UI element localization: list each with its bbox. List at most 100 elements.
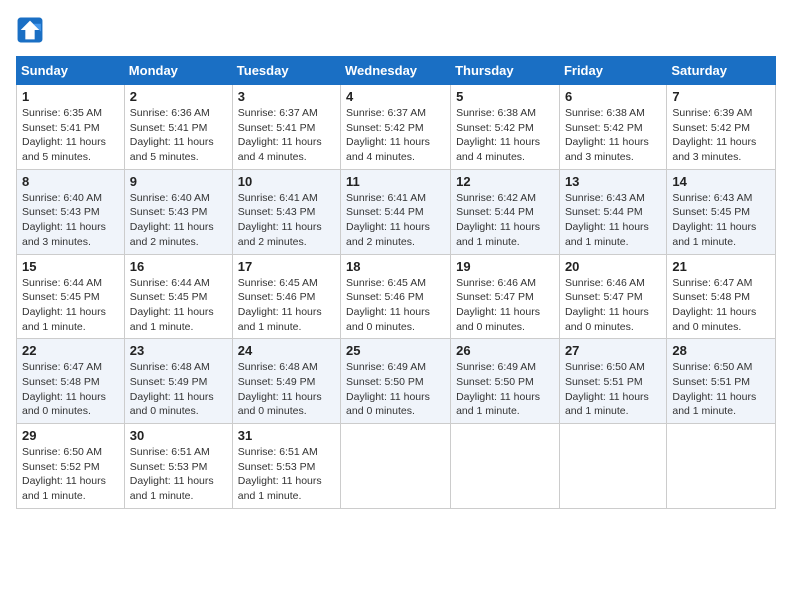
day-number: 15 [22,259,119,274]
calendar-cell: 1 Sunrise: 6:35 AMSunset: 5:41 PMDaylight… [17,85,125,170]
calendar-cell: 28 Sunrise: 6:50 AMSunset: 5:51 PMDayligh… [667,339,776,424]
calendar-week-row: 1 Sunrise: 6:35 AMSunset: 5:41 PMDaylight… [17,85,776,170]
calendar-cell: 13 Sunrise: 6:43 AMSunset: 5:44 PMDayligh… [559,169,666,254]
calendar-cell [451,424,560,509]
day-info: Sunrise: 6:36 AMSunset: 5:41 PMDaylight:… [130,106,227,165]
day-info: Sunrise: 6:46 AMSunset: 5:47 PMDaylight:… [565,276,661,335]
day-info: Sunrise: 6:46 AMSunset: 5:47 PMDaylight:… [456,276,554,335]
day-info: Sunrise: 6:41 AMSunset: 5:43 PMDaylight:… [238,191,335,250]
calendar-table: SundayMondayTuesdayWednesdayThursdayFrid… [16,56,776,509]
calendar-cell: 5 Sunrise: 6:38 AMSunset: 5:42 PMDaylight… [451,85,560,170]
calendar-cell: 17 Sunrise: 6:45 AMSunset: 5:46 PMDayligh… [232,254,340,339]
day-info: Sunrise: 6:50 AMSunset: 5:51 PMDaylight:… [672,360,770,419]
day-number: 5 [456,89,554,104]
day-info: Sunrise: 6:50 AMSunset: 5:52 PMDaylight:… [22,445,119,504]
calendar-cell: 3 Sunrise: 6:37 AMSunset: 5:41 PMDaylight… [232,85,340,170]
day-number: 11 [346,174,445,189]
calendar-cell: 19 Sunrise: 6:46 AMSunset: 5:47 PMDayligh… [451,254,560,339]
day-info: Sunrise: 6:38 AMSunset: 5:42 PMDaylight:… [456,106,554,165]
day-number: 1 [22,89,119,104]
calendar-cell: 10 Sunrise: 6:41 AMSunset: 5:43 PMDayligh… [232,169,340,254]
calendar-cell: 8 Sunrise: 6:40 AMSunset: 5:43 PMDaylight… [17,169,125,254]
day-number: 24 [238,343,335,358]
day-number: 10 [238,174,335,189]
day-number: 22 [22,343,119,358]
calendar-cell: 7Sunrise: 6:39 AMSunset: 5:42 PMDaylight… [667,85,776,170]
calendar-cell: 25 Sunrise: 6:49 AMSunset: 5:50 PMDayligh… [341,339,451,424]
calendar-cell: 23 Sunrise: 6:48 AMSunset: 5:49 PMDayligh… [124,339,232,424]
page-header [16,16,776,44]
calendar-cell: 6 Sunrise: 6:38 AMSunset: 5:42 PMDaylight… [559,85,666,170]
day-info: Sunrise: 6:37 AMSunset: 5:41 PMDaylight:… [238,106,335,165]
column-header-saturday: Saturday [667,57,776,85]
day-number: 17 [238,259,335,274]
day-info: Sunrise: 6:47 AMSunset: 5:48 PMDaylight:… [672,276,770,335]
day-info: Sunrise: 6:44 AMSunset: 5:45 PMDaylight:… [130,276,227,335]
day-info: Sunrise: 6:43 AMSunset: 5:45 PMDaylight:… [672,191,770,250]
column-header-monday: Monday [124,57,232,85]
day-info: Sunrise: 6:38 AMSunset: 5:42 PMDaylight:… [565,106,661,165]
day-info: Sunrise: 6:40 AMSunset: 5:43 PMDaylight:… [22,191,119,250]
calendar-cell: 30Sunrise: 6:51 AMSunset: 5:53 PMDayligh… [124,424,232,509]
day-number: 18 [346,259,445,274]
logo-icon [16,16,44,44]
calendar-week-row: 15 Sunrise: 6:44 AMSunset: 5:45 PMDayligh… [17,254,776,339]
day-info: Sunrise: 6:39 AMSunset: 5:42 PMDaylight:… [672,106,770,165]
day-number: 4 [346,89,445,104]
day-number: 20 [565,259,661,274]
day-info: Sunrise: 6:45 AMSunset: 5:46 PMDaylight:… [346,276,445,335]
day-number: 12 [456,174,554,189]
column-header-sunday: Sunday [17,57,125,85]
day-number: 23 [130,343,227,358]
day-info: Sunrise: 6:48 AMSunset: 5:49 PMDaylight:… [130,360,227,419]
calendar-cell: 4Sunrise: 6:37 AMSunset: 5:42 PMDaylight… [341,85,451,170]
calendar-week-row: 29Sunrise: 6:50 AMSunset: 5:52 PMDayligh… [17,424,776,509]
calendar-cell: 12 Sunrise: 6:42 AMSunset: 5:44 PMDayligh… [451,169,560,254]
calendar-cell: 24 Sunrise: 6:48 AMSunset: 5:49 PMDayligh… [232,339,340,424]
day-info: Sunrise: 6:47 AMSunset: 5:48 PMDaylight:… [22,360,119,419]
day-info: Sunrise: 6:51 AMSunset: 5:53 PMDaylight:… [238,445,335,504]
calendar-cell: 18 Sunrise: 6:45 AMSunset: 5:46 PMDayligh… [341,254,451,339]
calendar-cell: 14 Sunrise: 6:43 AMSunset: 5:45 PMDayligh… [667,169,776,254]
column-header-wednesday: Wednesday [341,57,451,85]
day-number: 13 [565,174,661,189]
day-number: 25 [346,343,445,358]
day-info: Sunrise: 6:49 AMSunset: 5:50 PMDaylight:… [456,360,554,419]
calendar-cell: 9Sunrise: 6:40 AMSunset: 5:43 PMDaylight… [124,169,232,254]
day-number: 31 [238,428,335,443]
day-number: 14 [672,174,770,189]
day-info: Sunrise: 6:49 AMSunset: 5:50 PMDaylight:… [346,360,445,419]
calendar-cell [559,424,666,509]
day-info: Sunrise: 6:50 AMSunset: 5:51 PMDaylight:… [565,360,661,419]
calendar-cell [341,424,451,509]
day-info: Sunrise: 6:44 AMSunset: 5:45 PMDaylight:… [22,276,119,335]
day-info: Sunrise: 6:42 AMSunset: 5:44 PMDaylight:… [456,191,554,250]
day-number: 26 [456,343,554,358]
calendar-cell: 15 Sunrise: 6:44 AMSunset: 5:45 PMDayligh… [17,254,125,339]
day-number: 8 [22,174,119,189]
day-info: Sunrise: 6:43 AMSunset: 5:44 PMDaylight:… [565,191,661,250]
calendar-header-row: SundayMondayTuesdayWednesdayThursdayFrid… [17,57,776,85]
day-info: Sunrise: 6:45 AMSunset: 5:46 PMDaylight:… [238,276,335,335]
column-header-tuesday: Tuesday [232,57,340,85]
day-number: 28 [672,343,770,358]
day-number: 2 [130,89,227,104]
day-number: 3 [238,89,335,104]
day-info: Sunrise: 6:51 AMSunset: 5:53 PMDaylight:… [130,445,227,504]
calendar-cell: 27 Sunrise: 6:50 AMSunset: 5:51 PMDayligh… [559,339,666,424]
calendar-cell: 26 Sunrise: 6:49 AMSunset: 5:50 PMDayligh… [451,339,560,424]
day-number: 19 [456,259,554,274]
day-info: Sunrise: 6:48 AMSunset: 5:49 PMDaylight:… [238,360,335,419]
calendar-cell: 31 Sunrise: 6:51 AMSunset: 5:53 PMDayligh… [232,424,340,509]
day-info: Sunrise: 6:35 AMSunset: 5:41 PMDaylight:… [22,106,119,165]
calendar-cell: 20 Sunrise: 6:46 AMSunset: 5:47 PMDayligh… [559,254,666,339]
calendar-cell: 22 Sunrise: 6:47 AMSunset: 5:48 PMDayligh… [17,339,125,424]
calendar-cell: 11Sunrise: 6:41 AMSunset: 5:44 PMDayligh… [341,169,451,254]
day-number: 6 [565,89,661,104]
day-info: Sunrise: 6:40 AMSunset: 5:43 PMDaylight:… [130,191,227,250]
calendar-week-row: 22 Sunrise: 6:47 AMSunset: 5:48 PMDayligh… [17,339,776,424]
column-header-friday: Friday [559,57,666,85]
calendar-cell [667,424,776,509]
day-number: 27 [565,343,661,358]
calendar-week-row: 8 Sunrise: 6:40 AMSunset: 5:43 PMDaylight… [17,169,776,254]
